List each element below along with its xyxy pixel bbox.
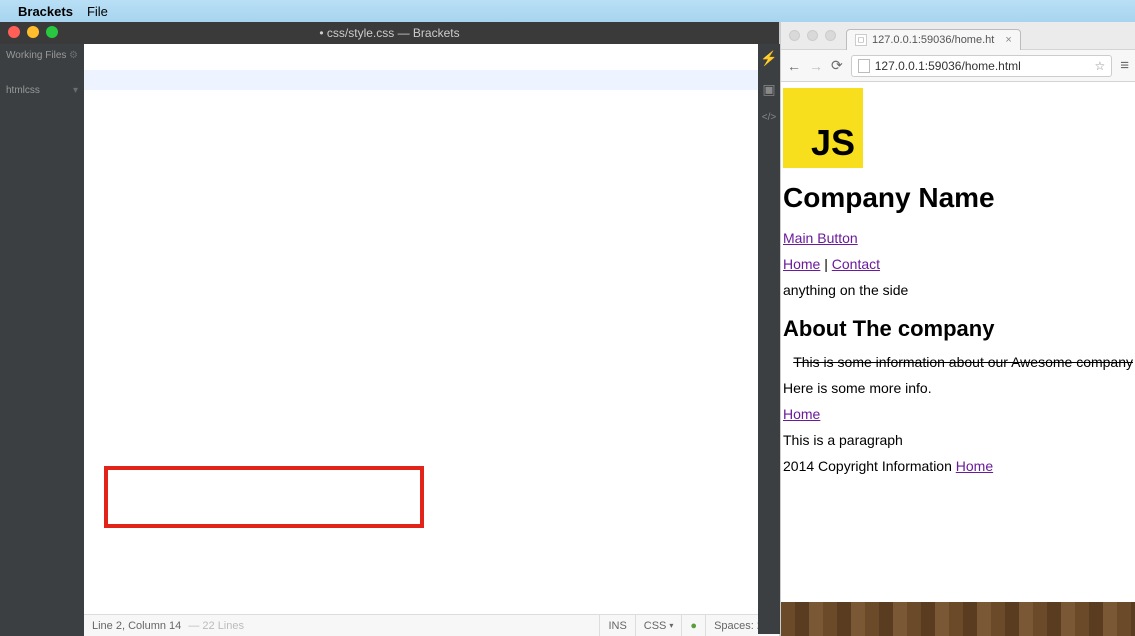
- tab-close-icon[interactable]: ×: [1005, 34, 1011, 46]
- menu-icon[interactable]: ≡: [1120, 57, 1129, 74]
- minimize-icon[interactable]: [807, 30, 818, 41]
- page-title: Company Name: [783, 182, 1133, 214]
- working-files-header: Working Files⚙: [0, 44, 84, 65]
- cursor-position: Line 2, Column 14: [92, 620, 181, 632]
- chrome-window: ◻ 127.0.0.1:59036/home.ht × ← → ⟳ 127.0.…: [780, 22, 1135, 636]
- paragraph-text: This is a paragraph: [783, 432, 1133, 448]
- code-hint-icon[interactable]: </>: [762, 112, 776, 123]
- window-title: • css/style.css — Brackets: [319, 26, 459, 40]
- footer-home-link[interactable]: Home: [956, 458, 993, 474]
- maximize-icon[interactable]: [46, 26, 58, 38]
- side-text: anything on the side: [783, 282, 1133, 298]
- address-bar[interactable]: 127.0.0.1:59036/home.html ☆: [851, 55, 1113, 77]
- brackets-right-toolbar: ⚡ ▣ </>: [758, 44, 780, 634]
- nav-home-link[interactable]: Home: [783, 256, 820, 272]
- brackets-titlebar: • css/style.css — Brackets: [0, 22, 779, 44]
- bookmark-star-icon[interactable]: ☆: [1094, 59, 1105, 73]
- gear-icon[interactable]: ⚙: [69, 50, 78, 61]
- js-logo: JS: [783, 88, 863, 168]
- brackets-window: • css/style.css — Brackets Working Files…: [0, 22, 780, 636]
- close-icon[interactable]: [8, 26, 20, 38]
- about-strike-text: This is some information about our Aweso…: [783, 354, 1133, 370]
- code-editor[interactable]: [84, 44, 779, 614]
- window-controls: [8, 26, 58, 38]
- maximize-icon[interactable]: [825, 30, 836, 41]
- page-wrapper: JS Company Name Main Button Home | Conta…: [781, 82, 1135, 602]
- status-bar: Line 2, Column 14 — 22 Lines INS CSS ▾ ●…: [84, 614, 779, 636]
- page-icon: [858, 59, 870, 73]
- line-count: — 22 Lines: [188, 620, 244, 632]
- more-info-text: Here is some more info.: [783, 380, 1133, 396]
- chevron-down-icon: ▾: [73, 85, 78, 96]
- language-mode[interactable]: CSS ▾: [635, 615, 682, 636]
- close-icon[interactable]: [789, 30, 800, 41]
- brackets-sidebar: Working Files⚙ htmlcss▾: [0, 44, 84, 636]
- forward-icon[interactable]: →: [809, 58, 823, 74]
- code-area[interactable]: [126, 44, 779, 614]
- browser-viewport: JS Company Name Main Button Home | Conta…: [781, 82, 1135, 636]
- project-header[interactable]: htmlcss▾: [0, 79, 84, 100]
- mac-menubar: Brackets File: [0, 0, 1135, 22]
- browser-tabstrip: ◻ 127.0.0.1:59036/home.ht ×: [781, 22, 1135, 50]
- url-text: 127.0.0.1:59036/home.html: [875, 59, 1021, 73]
- app-name[interactable]: Brackets: [18, 4, 73, 19]
- menu-file[interactable]: File: [87, 4, 108, 19]
- back-icon[interactable]: ←: [787, 58, 801, 74]
- browser-window-controls: [789, 30, 836, 41]
- footer-text: 2014 Copyright Information Home: [783, 458, 1133, 474]
- browser-tab[interactable]: ◻ 127.0.0.1:59036/home.ht ×: [846, 29, 1021, 50]
- nav-contact-link[interactable]: Contact: [832, 256, 880, 272]
- insert-mode[interactable]: INS: [599, 615, 634, 636]
- minimize-icon[interactable]: [27, 26, 39, 38]
- main-button-link[interactable]: Main Button: [783, 230, 858, 246]
- content-home-link[interactable]: Home: [783, 406, 820, 422]
- about-heading: About The company: [783, 316, 1133, 342]
- line-gutter: [84, 44, 126, 614]
- errors-indicator[interactable]: ●: [681, 615, 705, 636]
- reload-icon[interactable]: ⟳: [831, 57, 843, 74]
- extensions-icon[interactable]: ▣: [762, 81, 775, 98]
- tab-title: 127.0.0.1:59036/home.ht: [872, 34, 994, 46]
- browser-toolbar: ← → ⟳ 127.0.0.1:59036/home.html ☆ ≡: [781, 50, 1135, 82]
- live-preview-icon[interactable]: ⚡: [760, 50, 777, 67]
- favicon-icon: ◻: [855, 34, 867, 46]
